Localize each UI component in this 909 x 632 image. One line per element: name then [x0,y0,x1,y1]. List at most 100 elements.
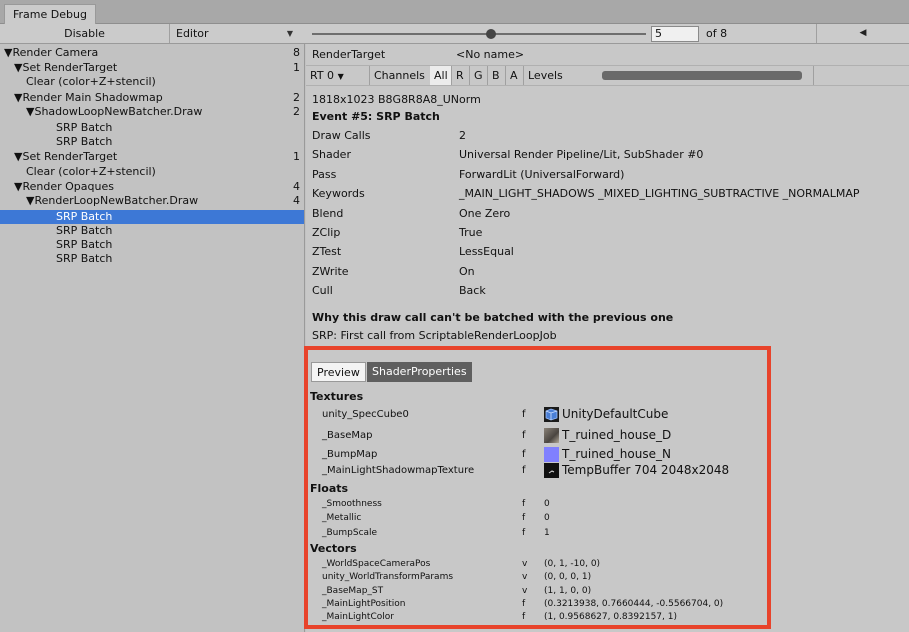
property-type: f [522,465,526,476]
tab-shader-properties[interactable]: ShaderProperties [367,362,472,382]
info-label: Pass [312,168,337,181]
property-value: (1, 0.9568627, 0.8392157, 1) [544,612,677,622]
render-target-options: RT 0 ▼ Channels All R G B A Levels [306,66,909,86]
floats-heading: Floats [310,482,349,495]
property-type: f [522,599,526,609]
textures-heading: Textures [310,390,364,403]
tree-item[interactable]: ▼ShadowLoopNewBatcher.Draw 2 [0,105,304,119]
channel-all-button[interactable]: All [430,66,452,85]
tree-item-count: 2 [293,105,300,118]
property-type: f [522,612,526,622]
channels-label: Channels [374,69,425,82]
tree-item-label: ▼Set RenderTarget [14,61,118,74]
property-name: _Metallic [322,513,362,523]
property-value: (0, 1, -10, 0) [544,559,601,569]
info-row: ZWrite On [312,262,909,281]
tree-item-label: SRP Batch [56,252,113,265]
property-value: 0 [544,499,550,509]
chevron-down-icon[interactable]: ▼ [280,24,300,43]
texture-property-row: _BaseMap f T_ruined_house_D [322,427,762,445]
property-name: _WorldSpaceCameraPos [322,559,431,569]
info-row: Cull Back [312,281,909,300]
property-value: 0 [544,513,550,523]
property-value: (1, 1, 0, 0) [544,586,592,596]
tree-item-label: SRP Batch [56,121,113,134]
tree-item-label: SRP Batch [56,238,113,251]
tree-item[interactable]: ▼RenderLoopNewBatcher.Draw 4 [0,194,304,208]
tree-item[interactable]: SRP Batch [0,238,304,252]
property-name: _MainLightColor [322,612,394,622]
property-type: v [522,586,528,596]
texture-name: T_ruined_house_D [562,428,672,442]
channel-r-button[interactable]: R [452,66,470,85]
frame-slider[interactable] [312,33,646,35]
tree-item-label: SRP Batch [56,210,113,223]
frame-debug-tab[interactable]: Frame Debug [4,4,96,24]
info-value: One Zero [459,207,511,220]
tree-item[interactable]: Clear (color+Z+stencil) [0,75,304,89]
info-label: Cull [312,284,333,297]
batch-break-title: Why this draw call can't be batched with… [312,311,674,324]
property-type: f [522,430,526,441]
cube-icon[interactable] [544,407,559,422]
frame-slider-handle[interactable] [485,29,496,39]
tree-item[interactable]: SRP Batch [0,252,304,266]
tree-item[interactable]: ▼Set RenderTarget 1 [0,61,304,75]
rt-dropdown-label: RT 0 [310,69,335,82]
property-name: _BaseMap_ST [322,586,384,596]
property-name: _Smoothness [322,499,382,509]
texture-name: UnityDefaultCube [562,407,669,421]
property-name: _BumpMap [322,449,378,460]
property-name: _BumpScale [322,528,378,538]
info-row: Draw Calls 2 [312,126,909,145]
tree-item[interactable]: ▼Render Opaques 4 [0,180,304,194]
tree-item-count: 2 [293,91,300,104]
property-value: (0.3213938, 0.7660444, -0.5566704, 0) [544,599,724,609]
tree-item-count: 4 [293,180,300,193]
channel-a-button[interactable]: A [506,66,524,85]
tree-item-label: SRP Batch [56,224,113,237]
info-row: Blend One Zero [312,204,909,223]
tree-item[interactable]: ▼Render Camera 8 [0,46,304,60]
texture-thumb-diffuse[interactable] [544,428,559,443]
rt-dropdown[interactable]: RT 0 ▼ [306,66,370,85]
channel-g-button[interactable]: G [470,66,488,85]
info-label: Shader [312,148,351,161]
vectors-heading: Vectors [310,542,357,555]
tree-item[interactable]: SRP Batch [0,135,304,149]
disable-button[interactable]: Disable [0,24,170,43]
previous-frame-button[interactable]: ◀ [816,24,909,43]
texture-thumb-normal[interactable] [544,447,559,462]
info-row: ZTest LessEqual [312,242,909,261]
texture-thumb-shadow[interactable] [544,463,559,478]
texture-property-row: unity_SpecCube0 f UnityDefaultCube [322,406,762,424]
tree-item-label: ▼Set RenderTarget [14,150,118,163]
tree-item-label: ▼ShadowLoopNewBatcher.Draw [26,105,203,118]
info-value: On [459,265,475,278]
render-target-row: RenderTarget <No name> [306,44,909,66]
render-target-label: RenderTarget [312,48,386,61]
tree-item[interactable]: Clear (color+Z+stencil) [0,165,304,179]
tree-item[interactable]: SRP Batch [0,210,304,224]
tree-item[interactable]: SRP Batch [0,224,304,238]
property-name: unity_SpecCube0 [322,409,409,420]
frame-debugger-toolbar: Disable Editor ▼ 5 of 8 ◀ [0,24,909,44]
property-type: f [522,499,526,509]
property-type: v [522,559,528,569]
tree-item[interactable]: SRP Batch [0,121,304,135]
frame-index-input[interactable]: 5 [651,26,699,42]
tree-item[interactable]: ▼Render Main Shadowmap 2 [0,91,304,105]
info-value: True [459,226,483,239]
tree-item-label: ▼RenderLoopNewBatcher.Draw [26,194,199,207]
tree-item[interactable]: ▼Set RenderTarget 1 [0,150,304,164]
property-type: v [522,572,528,582]
window-tab-bar: Frame Debug [0,0,909,24]
channel-b-button[interactable]: B [488,66,506,85]
chevron-left-icon: ◀ [859,28,867,38]
info-label: ZWrite [312,265,349,278]
target-dropdown[interactable]: Editor [170,24,270,43]
levels-slider[interactable] [602,71,802,80]
info-value: _MAIN_LIGHT_SHADOWS _MIXED_LIGHTING_SUBT… [459,187,860,200]
tree-item-label: Clear (color+Z+stencil) [26,75,156,88]
tab-preview[interactable]: Preview [311,362,366,382]
